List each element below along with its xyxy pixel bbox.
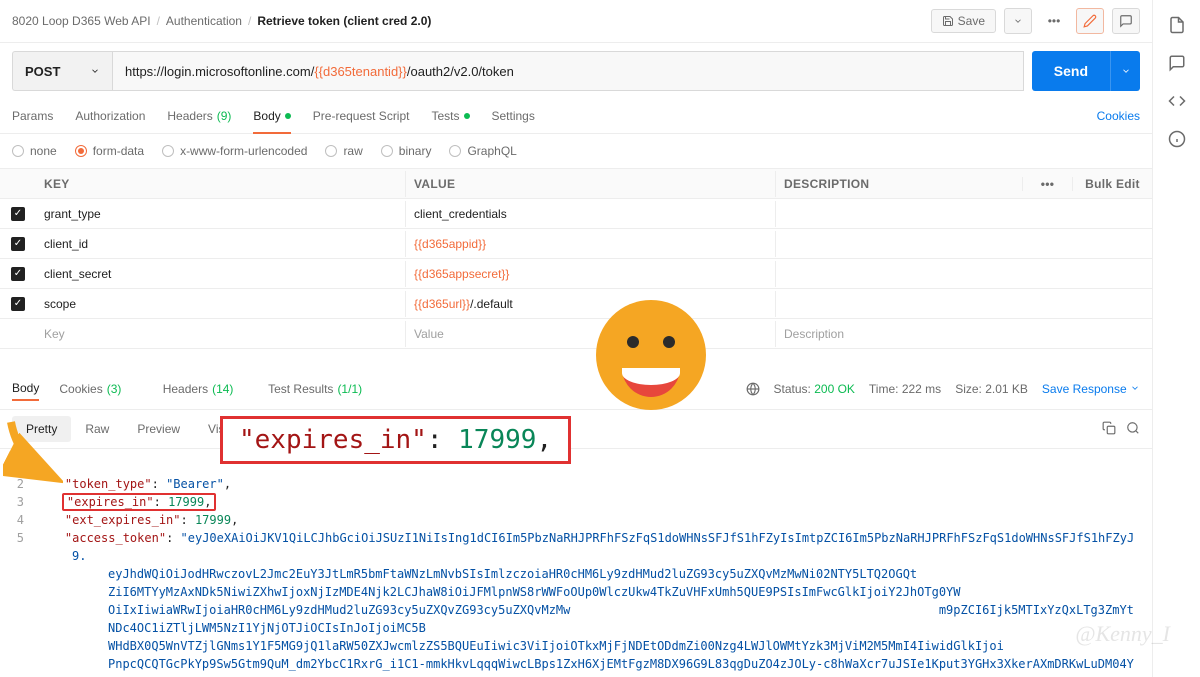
save-dropdown[interactable] xyxy=(1004,8,1032,34)
url-input[interactable]: https://login.microsoftonline.com/{{d365… xyxy=(112,51,1024,91)
request-tabs: Params Authorization Headers (9) Body Pr… xyxy=(0,99,1152,134)
callout-box: "expires_in": 17999, xyxy=(220,416,571,464)
search-icon xyxy=(1126,421,1140,435)
comment-button[interactable] xyxy=(1112,8,1140,34)
save-button[interactable]: Save xyxy=(931,9,996,33)
breadcrumb: 8020 Loop D365 Web API / Authentication … xyxy=(12,14,431,28)
table-row[interactable]: ✓ scope {{d365url}}/.default xyxy=(0,289,1152,319)
bc-root[interactable]: 8020 Loop D365 Web API xyxy=(12,14,151,28)
status: Status: 200 OK xyxy=(774,382,855,396)
docs-icon[interactable] xyxy=(1168,16,1186,34)
chevron-down-icon xyxy=(1130,383,1140,393)
tab-tests[interactable]: Tests xyxy=(431,99,469,133)
row-checkbox[interactable]: ✓ xyxy=(11,207,25,221)
table-row[interactable]: ✓ grant_type client_credentials xyxy=(0,199,1152,229)
copy-icon xyxy=(1102,421,1116,435)
tab-headers[interactable]: Headers (9) xyxy=(167,99,231,133)
modified-indicator xyxy=(285,113,291,119)
method-selector[interactable]: POST xyxy=(12,51,112,91)
pencil-icon xyxy=(1083,14,1097,28)
desc-cell[interactable] xyxy=(776,208,1022,220)
row-checkbox[interactable]: ✓ xyxy=(11,267,25,281)
tab-settings[interactable]: Settings xyxy=(492,99,535,133)
form-data-table: KEY VALUE DESCRIPTION ••• Bulk Edit ✓ gr… xyxy=(0,168,1152,349)
view-preview[interactable]: Preview xyxy=(123,416,194,442)
value-cell[interactable]: {{d365appid}} xyxy=(406,231,776,257)
chevron-down-icon xyxy=(1121,66,1131,76)
value-cell[interactable]: client_credentials xyxy=(406,201,776,227)
key-cell[interactable]: client_secret xyxy=(36,261,406,287)
comment-icon xyxy=(1119,14,1133,28)
arrow-annotation xyxy=(3,414,63,484)
table-row-empty[interactable]: Key Value Description xyxy=(0,319,1152,349)
radio-graphql[interactable]: GraphQL xyxy=(449,144,516,158)
key-cell[interactable]: Key xyxy=(36,321,406,347)
radio-form-data[interactable]: form-data xyxy=(75,144,144,158)
size: Size: 2.01 KB xyxy=(955,382,1028,396)
send-button[interactable]: Send xyxy=(1032,51,1110,91)
resp-tab-body[interactable]: Body xyxy=(12,377,39,401)
bc-current: Retrieve token (client cred 2.0) xyxy=(257,14,431,28)
cookies-link[interactable]: Cookies xyxy=(1097,109,1140,123)
send-dropdown[interactable] xyxy=(1110,51,1140,91)
more-button[interactable]: ••• xyxy=(1040,8,1068,34)
tab-body[interactable]: Body xyxy=(253,99,290,133)
comments-icon[interactable] xyxy=(1168,54,1186,72)
desc-cell[interactable] xyxy=(776,268,1022,280)
desc-cell[interactable] xyxy=(776,238,1022,250)
modified-indicator xyxy=(464,113,470,119)
search-button[interactable] xyxy=(1126,421,1140,438)
value-cell[interactable]: Value xyxy=(406,321,776,347)
view-raw[interactable]: Raw xyxy=(71,416,123,442)
response-body[interactable]: "expires_in": 17999, 1{ 2 "token_type": … xyxy=(0,449,1152,677)
key-cell[interactable]: scope xyxy=(36,291,406,317)
edit-button[interactable] xyxy=(1076,8,1104,34)
resp-tab-headers[interactable]: Headers (14) xyxy=(163,378,248,400)
table-header: KEY VALUE DESCRIPTION ••• Bulk Edit xyxy=(0,169,1152,199)
column-options[interactable]: ••• xyxy=(1022,177,1072,191)
response-tabs: Body Cookies (3) Headers (14) Test Resul… xyxy=(0,369,1152,410)
radio-raw[interactable]: raw xyxy=(325,144,362,158)
tab-pre-request[interactable]: Pre-request Script xyxy=(313,99,410,133)
resp-tab-cookies[interactable]: Cookies (3) xyxy=(59,378,142,400)
globe-icon xyxy=(746,382,760,396)
save-response-button[interactable]: Save Response xyxy=(1042,382,1140,396)
emoji-overlay xyxy=(596,300,706,410)
highlighted-line: "expires_in": 17999, xyxy=(62,493,217,511)
desc-cell[interactable]: Description xyxy=(776,321,1022,347)
table-row[interactable]: ✓ client_id {{d365appid}} xyxy=(0,229,1152,259)
chevron-down-icon xyxy=(90,66,100,76)
desc-cell[interactable] xyxy=(776,298,1022,310)
chevron-down-icon xyxy=(1013,16,1023,26)
tab-authorization[interactable]: Authorization xyxy=(75,99,145,133)
key-cell[interactable]: client_id xyxy=(36,231,406,257)
resp-tab-tests[interactable]: Test Results (1/1) xyxy=(268,378,373,400)
body-type-selector: none form-data x-www-form-urlencoded raw… xyxy=(0,134,1152,168)
row-checkbox[interactable]: ✓ xyxy=(11,297,25,311)
bulk-edit-button[interactable]: Bulk Edit xyxy=(1072,177,1152,191)
bc-mid[interactable]: Authentication xyxy=(166,14,242,28)
value-cell[interactable]: {{d365url}}/.default xyxy=(406,291,776,317)
radio-none[interactable]: none xyxy=(12,144,57,158)
key-cell[interactable]: grant_type xyxy=(36,201,406,227)
info-icon[interactable] xyxy=(1168,130,1186,148)
radio-x-www[interactable]: x-www-form-urlencoded xyxy=(162,144,307,158)
code-icon[interactable] xyxy=(1168,92,1186,110)
tab-params[interactable]: Params xyxy=(12,99,53,133)
save-icon xyxy=(942,15,954,27)
time: Time: 222 ms xyxy=(869,382,941,396)
right-sidebar xyxy=(1152,0,1200,677)
value-cell[interactable]: {{d365appsecret}} xyxy=(406,261,776,287)
radio-binary[interactable]: binary xyxy=(381,144,432,158)
row-checkbox[interactable]: ✓ xyxy=(11,237,25,251)
copy-button[interactable] xyxy=(1102,421,1116,438)
table-row[interactable]: ✓ client_secret {{d365appsecret}} xyxy=(0,259,1152,289)
